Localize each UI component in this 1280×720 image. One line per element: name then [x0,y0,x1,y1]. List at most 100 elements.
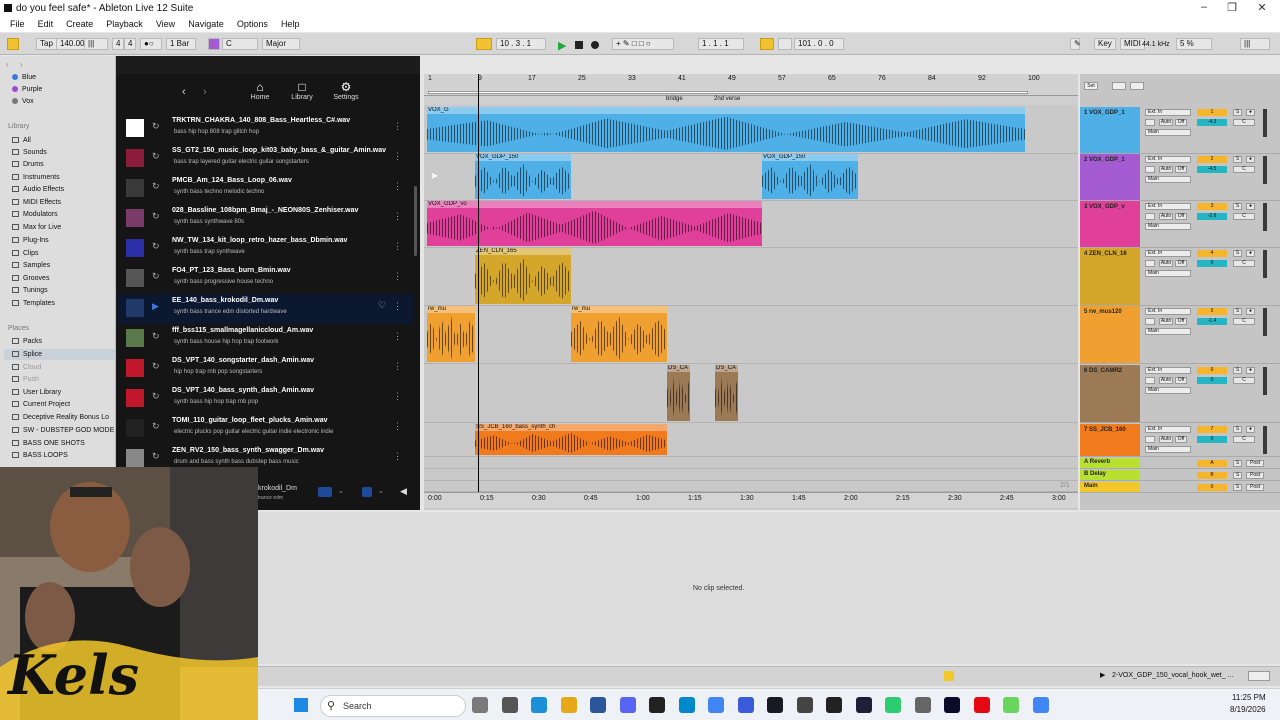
scale-mode-icon[interactable] [208,38,220,50]
input-type-select[interactable]: Ext. In [1145,426,1191,433]
menu-playback[interactable]: Playback [106,19,143,29]
monitor-off-button[interactable]: Off [1175,318,1187,325]
input-channel-select[interactable] [1145,377,1155,384]
more-options-icon[interactable]: ⋮ [393,181,402,192]
monitor-auto-button[interactable]: Auto [1159,436,1173,443]
sidebar-item-templates[interactable]: Templates [12,298,55,309]
expand-chevron-icon[interactable]: › [20,60,23,69]
arm-button[interactable]: ● [1246,367,1255,374]
taskbar-netflix-icon[interactable] [973,697,990,713]
set-button[interactable]: Set [1084,82,1098,90]
arm-button[interactable]: ● [1246,308,1255,315]
sample-row[interactable]: ↻ fff_bss115_smallmagellaniccloud_Am.wav s… [118,324,414,354]
input-channel-select[interactable] [1145,318,1155,325]
input-channel-select[interactable] [1145,436,1155,443]
loop-start-field[interactable]: 1 . 1 . 1 [698,38,744,50]
track-volume[interactable]: -1.4 [1197,318,1227,325]
track-lane[interactable] [424,458,1078,469]
song-position-field[interactable]: 10 . 3 . 1 [496,38,546,50]
more-options-icon[interactable]: ⋮ [393,421,402,432]
track-name[interactable]: 5 rw_mus120 [1080,306,1140,363]
track-lane[interactable] [424,482,1078,492]
chevron-down-icon[interactable]: ⌄ [338,487,344,495]
collapse-chevron-icon[interactable]: ‹ [6,60,9,69]
audio-clip[interactable]: rw_mu [571,306,667,362]
solo-button[interactable]: S [1233,203,1242,210]
key-map-button[interactable]: Key [1094,38,1116,50]
solo-button[interactable]: S [1233,460,1242,467]
pitch-button[interactable] [362,487,372,497]
taskbar-github-icon[interactable] [796,697,813,713]
menu-help[interactable]: Help [281,19,300,29]
stop-button[interactable] [575,41,583,49]
sample-row[interactable]: ↻ PMCB_Am_124_Bass_Loop_06.wav synth bass … [118,174,414,204]
signature-numerator[interactable]: 4 [112,38,125,50]
solo-button[interactable]: S [1233,426,1242,433]
sample-row[interactable]: ▶ EE_140_bass_krokodil_Dm.wav synth bass t… [118,294,414,324]
sidebar-item-samples[interactable]: Samples [12,260,50,271]
locator-lane[interactable]: bridge 2nd verse [424,96,1078,105]
monitor-off-button[interactable]: Off [1175,260,1187,267]
taskbar-discord-icon[interactable] [619,697,636,713]
overdub-controls[interactable]: + ✎ □ □ ○ [612,38,674,50]
track-volume[interactable]: -2.9 [1197,213,1227,220]
more-options-icon[interactable]: ⋮ [393,241,402,252]
sidebar-item-instruments[interactable]: Instruments [12,172,60,183]
taskbar-chrome-2-icon[interactable] [1032,697,1049,713]
metronome-icon[interactable]: ||| [84,38,108,50]
taskbar-obs-icon[interactable] [649,697,665,713]
clock-time[interactable]: 11:25 PM [1232,693,1266,702]
arrangement-position-icon[interactable] [476,38,492,50]
maximize-button[interactable]: ❐ [1222,1,1242,15]
input-channel-select[interactable] [1145,166,1155,173]
auto-sync-button[interactable] [318,487,332,497]
more-options-icon[interactable]: ⋮ [393,211,402,222]
sample-row[interactable]: ↻ NW_TW_134_kit_loop_retro_hazer_bass_Dbm… [118,234,414,264]
track-activator[interactable]: 1 [1197,109,1227,116]
punch-icon[interactable] [778,38,792,50]
collapse-icon[interactable] [1130,82,1144,90]
chevron-down-icon[interactable]: ⌄ [378,487,384,495]
color-tag-vox[interactable]: Vox [12,96,34,107]
sample-row[interactable]: ↻ FO4_PT_123_Bass_burn_Bmin.wav synth bass… [118,264,414,294]
loop-icon[interactable]: ↻ [152,271,160,282]
more-options-icon[interactable]: ⋮ [393,391,402,402]
menu-options[interactable]: Options [237,19,268,29]
sidebar-item-deceptive-reality[interactable]: Deceptive Reality Bonus Lo [12,412,109,423]
audio-clip[interactable]: VOX_GDP_150 [475,154,571,199]
mixer-track[interactable]: 3 VOX_GDP_v Ext. In Auto Off Main 3 -2.9 S ● C [1080,201,1280,248]
menu-navigate[interactable]: Navigate [188,19,224,29]
loop-icon[interactable]: ↻ [152,361,160,372]
pan-knob[interactable]: C [1233,166,1255,173]
menu-create[interactable]: Create [66,19,93,29]
color-tag-blue[interactable]: Blue [12,72,36,83]
audio-clip[interactable]: VOX_GDP_150 [762,154,858,199]
return-name[interactable]: Main [1080,482,1140,492]
monitor-auto-button[interactable]: Auto [1159,260,1173,267]
sidebar-item-grooves[interactable]: Grooves [12,273,49,284]
mixer-track[interactable]: 4 ZEN_CLN_16 Ext. In Auto Off Main 4 0 S ● C [1080,248,1280,306]
menu-view[interactable]: View [156,19,175,29]
arm-button[interactable]: ● [1246,156,1255,163]
arm-button[interactable]: ● [1246,250,1255,257]
sample-row[interactable]: ↻ TRKTRN_CHAKRA_140_808_Bass_Heartless_C#… [118,114,414,144]
output-select[interactable]: Main [1145,129,1191,136]
track-name[interactable]: 1 VOX_GDP_1 [1080,107,1140,153]
output-select[interactable]: Main [1145,223,1191,230]
track-name[interactable]: 7 SS_JCB_160 [1080,424,1140,456]
arm-button[interactable]: ● [1246,203,1255,210]
output-select[interactable]: Main [1145,446,1191,453]
mixer-track[interactable]: 7 SS_JCB_160 Ext. In Auto Off Main 7 0 S ● C [1080,424,1280,457]
tap-button[interactable]: Tap [36,38,57,50]
taskbar-file-explorer-icon[interactable] [560,697,577,713]
signature-denominator[interactable]: 4 [124,38,137,50]
output-select[interactable]: Main [1145,387,1191,394]
loop-icon[interactable]: ↻ [152,121,160,132]
loop-icon[interactable]: ↻ [152,151,160,162]
more-options-icon[interactable]: ⋮ [393,451,402,462]
taskbar-widget-icon[interactable] [472,697,488,713]
track-lane[interactable]: DS_CA DS_CA [424,365,1078,423]
mixer-track[interactable]: 1 VOX_GDP_1 Ext. In Auto Off Main 1 -4.3 S ● C [1080,107,1280,154]
draw-mode-icon[interactable]: ✎ [1070,38,1081,50]
sidebar-item-midi-effects[interactable]: MIDI Effects [12,197,61,208]
